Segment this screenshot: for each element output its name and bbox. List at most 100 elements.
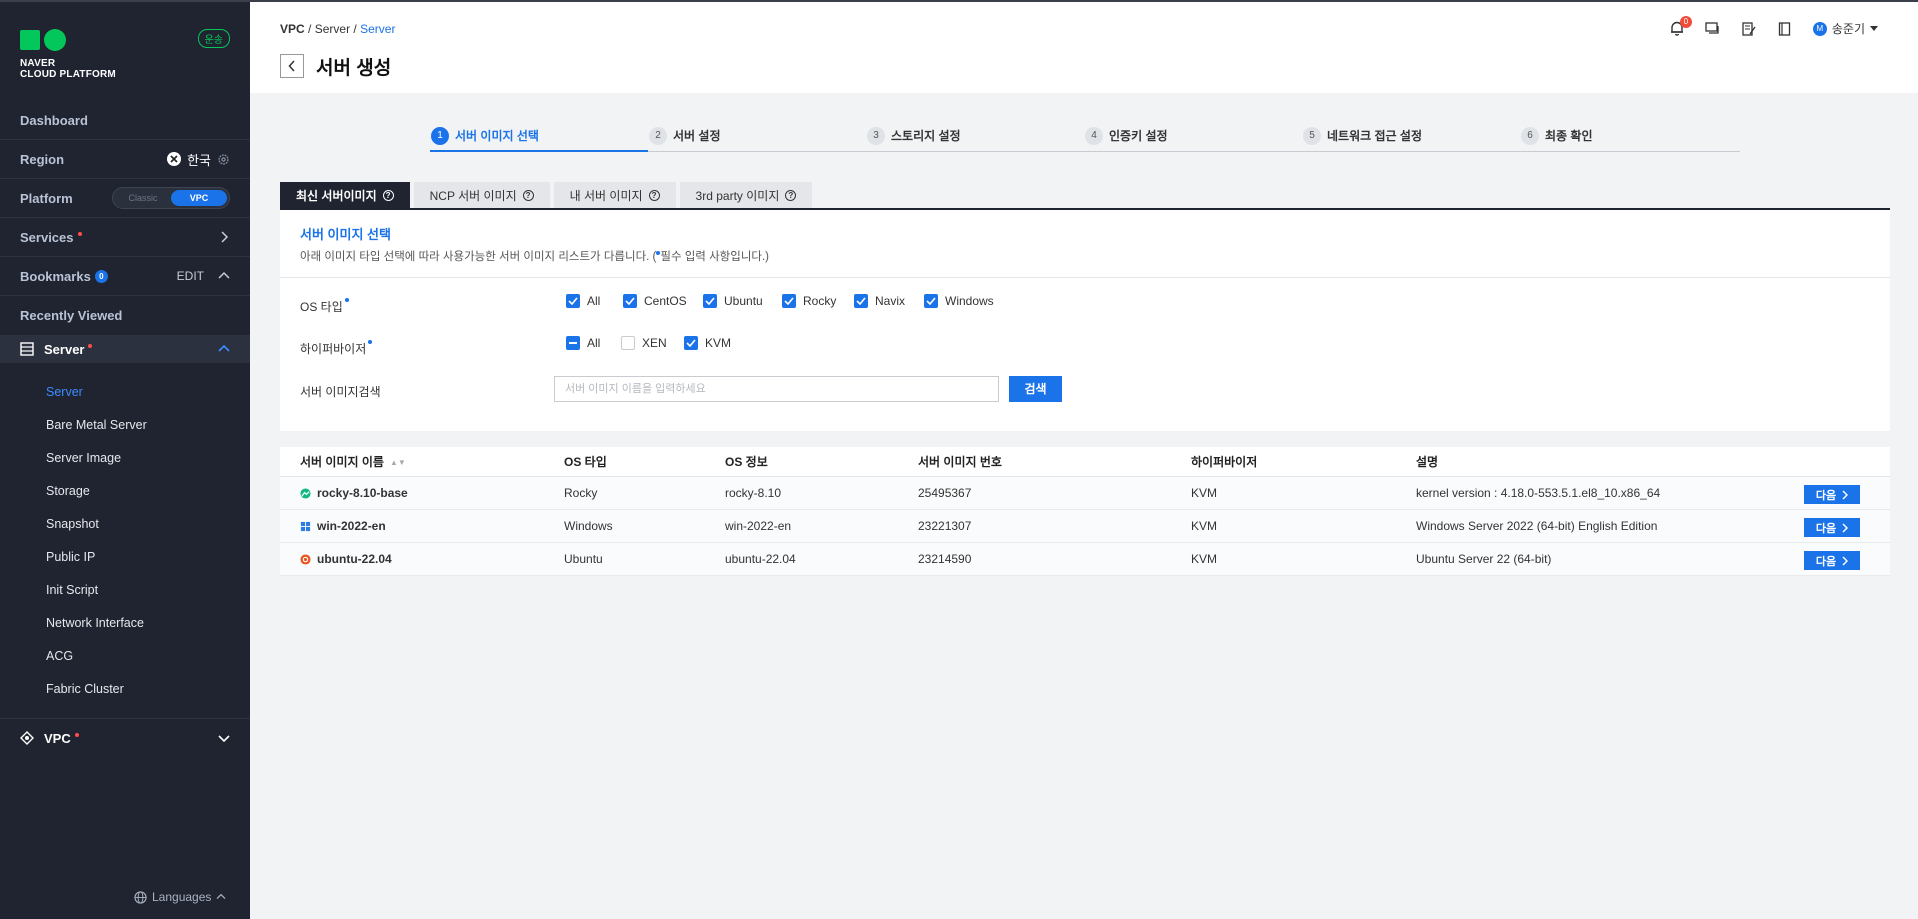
- os-checkbox-navix[interactable]: Navix: [854, 294, 924, 308]
- server-group-label: Server: [44, 341, 85, 357]
- gear-icon[interactable]: [217, 153, 230, 166]
- os-checkbox-ubuntu[interactable]: Ubuntu: [703, 294, 782, 308]
- checkbox-label: All: [587, 336, 601, 350]
- sort-icon[interactable]: ▲▼: [390, 458, 406, 467]
- breadcrumb-server-group[interactable]: Server: [315, 22, 350, 36]
- bookmarks-edit-button[interactable]: EDIT: [177, 269, 204, 283]
- sidebar-group-vpc[interactable]: VPC: [0, 718, 250, 757]
- image-name-cell: win-2022-en: [300, 519, 386, 533]
- next-button[interactable]: 다음: [1804, 485, 1860, 504]
- platform-vpc-option[interactable]: VPC: [171, 190, 227, 206]
- tab-3rd-party-images[interactable]: 3rd party 이미지?: [679, 182, 813, 208]
- step-label: 인증키 설정: [1109, 129, 1168, 143]
- column-header-label: 서버 이미지 이름: [300, 455, 384, 469]
- new-dot: [88, 344, 93, 348]
- sidebar-item-server-image[interactable]: Server Image: [46, 451, 121, 465]
- edit-note-button[interactable]: [1741, 21, 1757, 37]
- checkbox-indeterminate[interactable]: [566, 336, 580, 350]
- checkbox-checked[interactable]: [854, 294, 868, 308]
- server-icon: [20, 342, 34, 356]
- chevron-up-icon[interactable]: [218, 271, 230, 281]
- sidebar-item-storage[interactable]: Storage: [46, 484, 90, 498]
- services-label: Services: [20, 229, 74, 245]
- sidebar-item-region[interactable]: Region 한국: [0, 140, 250, 179]
- os-type-cell: Windows: [564, 519, 613, 533]
- hv-checkbox-kvm[interactable]: KVM: [684, 336, 744, 350]
- sidebar-item-services[interactable]: Services: [0, 218, 250, 257]
- hv-checkbox-xen[interactable]: XEN: [621, 336, 684, 350]
- step-number: 4: [1085, 126, 1103, 145]
- step-network-access[interactable]: 5 네트워크 접근 설정: [1303, 122, 1422, 149]
- user-menu[interactable]: M 송준기: [1812, 20, 1878, 37]
- platform-classic-option[interactable]: Classic: [115, 193, 171, 203]
- search-button[interactable]: 검색: [1009, 376, 1062, 402]
- naver-cloud-logo[interactable]: NAVER CLOUD PLATFORM: [20, 29, 116, 80]
- image-number-cell: 25495367: [918, 486, 972, 500]
- sidebar-item-server[interactable]: Server: [46, 385, 83, 399]
- tab-latest-images[interactable]: 최신 서버이미지?: [280, 182, 410, 208]
- checkbox-label: All: [587, 294, 601, 308]
- os-checkbox-centos[interactable]: CentOS: [623, 294, 703, 308]
- image-name-cell: rocky-8.10-base: [300, 486, 408, 500]
- table-header: 서버 이미지 이름 ▲▼ OS 타입 OS 정보 서버 이미지 번호 하이퍼바이저…: [280, 447, 1890, 477]
- col-image-name[interactable]: 서버 이미지 이름 ▲▼: [300, 453, 406, 470]
- table-row[interactable]: win-2022-en Windows win-2022-en 23221307…: [280, 510, 1890, 543]
- tab-my-images[interactable]: 내 서버 이미지?: [553, 182, 676, 208]
- step-auth-key[interactable]: 4 인증키 설정: [1085, 122, 1168, 149]
- active-step-indicator: [430, 150, 648, 152]
- next-label: 다음: [1815, 489, 1837, 502]
- sidebar-item-network-interface[interactable]: Network Interface: [46, 616, 144, 630]
- checkbox-checked[interactable]: [924, 294, 938, 308]
- checkbox-unchecked[interactable]: [621, 336, 635, 350]
- step-storage-settings[interactable]: 3 스토리지 설정: [867, 122, 961, 149]
- sidebar-item-snapshot[interactable]: Snapshot: [46, 517, 99, 531]
- hv-checkbox-all[interactable]: All: [566, 336, 621, 350]
- next-button[interactable]: 다음: [1804, 518, 1860, 537]
- notification-button[interactable]: 0: [1669, 15, 1692, 37]
- table-row[interactable]: rocky-8.10-base Rocky rocky-8.10 2549536…: [280, 477, 1890, 510]
- sidebar-item-acg[interactable]: ACG: [46, 649, 73, 663]
- sidebar-item-bare-metal-server[interactable]: Bare Metal Server: [46, 418, 147, 432]
- languages-selector[interactable]: Languages: [134, 890, 226, 904]
- step-server-settings[interactable]: 2 서버 설정: [649, 122, 721, 149]
- breadcrumb-vpc[interactable]: VPC: [280, 22, 305, 36]
- tab-ncp-images[interactable]: NCP 서버 이미지?: [413, 182, 550, 208]
- checkbox-checked[interactable]: [684, 336, 698, 350]
- image-search-label: 서버 이미지검색: [300, 385, 381, 399]
- checkbox-checked[interactable]: [782, 294, 796, 308]
- check-icon: [705, 297, 715, 305]
- os-type-cell: Rocky: [564, 486, 598, 500]
- sidebar-item-recently-viewed[interactable]: Recently Viewed: [0, 296, 250, 335]
- step-final-review[interactable]: 6 최종 확인: [1521, 122, 1593, 149]
- os-checkbox-windows[interactable]: Windows: [924, 294, 1004, 308]
- os-checkbox-all[interactable]: All: [566, 294, 623, 308]
- back-button[interactable]: [280, 54, 304, 78]
- help-icon[interactable]: ?: [785, 189, 797, 201]
- chat-button[interactable]: [1705, 21, 1721, 37]
- sidebar-item-fabric-cluster[interactable]: Fabric Cluster: [46, 682, 124, 696]
- sidebar-item-bookmarks[interactable]: Bookmarks 0 EDIT: [0, 257, 250, 296]
- sidebar-group-server[interactable]: Server: [0, 335, 250, 363]
- checkbox-checked[interactable]: [623, 294, 637, 308]
- checkbox-label: Windows: [945, 294, 994, 308]
- platform-toggle[interactable]: Classic VPC: [112, 187, 230, 209]
- sidebar-item-init-script[interactable]: Init Script: [46, 583, 98, 597]
- logo-text: NAVER CLOUD PLATFORM: [20, 58, 116, 80]
- help-icon[interactable]: ?: [522, 189, 534, 201]
- table-row[interactable]: ubuntu-22.04 Ubuntu ubuntu-22.04 2321459…: [280, 543, 1890, 576]
- minus-icon: [569, 342, 577, 344]
- help-icon[interactable]: ?: [648, 189, 660, 201]
- step-server-image[interactable]: 1 서버 이미지 선택: [431, 122, 539, 149]
- sidebar-item-dashboard[interactable]: Dashboard: [0, 101, 250, 140]
- manual-button[interactable]: [1777, 21, 1793, 37]
- checkbox-checked[interactable]: [703, 294, 717, 308]
- image-search-input[interactable]: 서버 이미지 이름을 입력하세요: [554, 376, 999, 402]
- checkbox-checked[interactable]: [566, 294, 580, 308]
- logo-line2: CLOUD PLATFORM: [20, 69, 116, 80]
- wizard-steps: 1 서버 이미지 선택 2 서버 설정 3 스토리지 설정 4 인증키 설정 5 네트워크…: [430, 122, 1740, 152]
- os-checkbox-rocky[interactable]: Rocky: [782, 294, 854, 308]
- help-icon[interactable]: ?: [382, 189, 394, 201]
- sidebar-item-public-ip[interactable]: Public IP: [46, 550, 95, 564]
- step-label: 네트워크 접근 설정: [1327, 129, 1422, 143]
- next-button[interactable]: 다음: [1804, 551, 1860, 570]
